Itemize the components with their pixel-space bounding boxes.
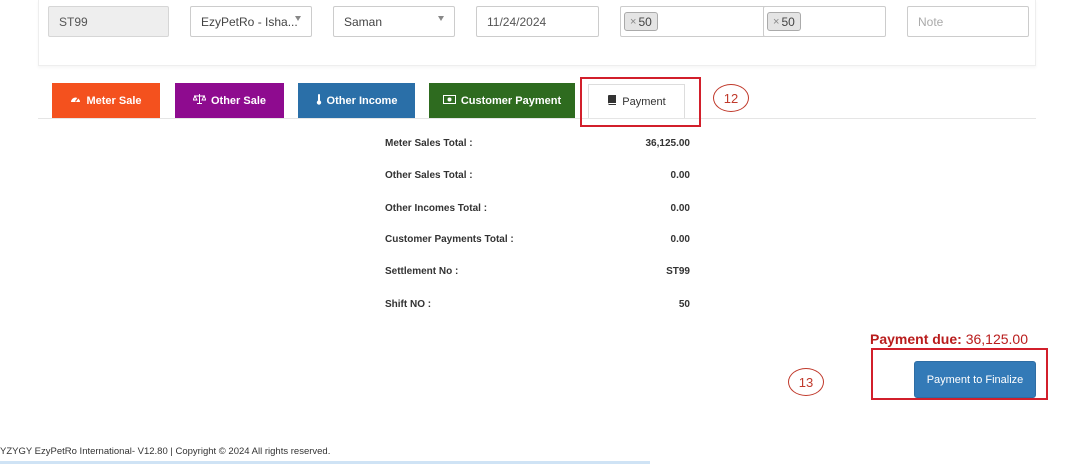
summary-row-other-incomes: Other Incomes Total : 0.00 xyxy=(385,203,690,221)
balance-scale-icon xyxy=(192,94,207,107)
summary-row-shift-no: Shift NO : 50 xyxy=(385,299,690,317)
shift-select-2[interactable]: × 50 xyxy=(763,6,886,37)
summary-value: 0.00 xyxy=(670,170,690,181)
pump-operator-select[interactable]: Saman xyxy=(333,6,455,37)
payment-due-value: 36,125.00 xyxy=(965,331,1028,347)
location-select[interactable]: EzyPetRo - Isha... xyxy=(190,6,312,37)
tab-meter-sale[interactable]: Meter Sale xyxy=(52,83,160,118)
highlight-box-payment-tab xyxy=(580,77,701,127)
pump-operator-value: Saman xyxy=(344,14,383,29)
money-icon xyxy=(442,94,456,107)
marker-13: 13 xyxy=(788,368,824,396)
thermometer-icon xyxy=(316,93,322,108)
marker-12: 12 xyxy=(713,84,749,112)
summary-row-settlement-no: Settlement No : ST99 xyxy=(385,266,690,284)
tab-other-sale[interactable]: Other Sale xyxy=(175,83,284,118)
settlement-no-field: ST99 xyxy=(48,6,169,37)
summary-label: Meter Sales Total : xyxy=(385,138,473,149)
tab-label: Other Income xyxy=(326,94,398,107)
summary-value: 50 xyxy=(678,299,690,310)
tachometer-icon xyxy=(70,94,81,107)
tab-other-income[interactable]: Other Income xyxy=(298,83,415,118)
date-field[interactable]: 11/24/2024 xyxy=(476,6,599,37)
summary-label: Other Sales Total : xyxy=(385,170,473,181)
tab-label: Other Sale xyxy=(210,94,267,107)
summary-value: 0.00 xyxy=(670,234,690,245)
summary-row-customer-payments: Customer Payments Total : 0.00 xyxy=(385,234,690,252)
note-placeholder: Note xyxy=(918,14,944,29)
settlement-no-value: ST99 xyxy=(59,14,88,29)
date-value: 11/24/2024 xyxy=(487,14,547,29)
shift-select-1[interactable]: × 50 xyxy=(620,6,772,37)
filter-panel: ST99 EzyPetRo - Isha... Saman 11/24/2024… xyxy=(38,0,1036,66)
remove-chip-icon[interactable]: × xyxy=(630,16,636,28)
summary-label: Customer Payments Total : xyxy=(385,234,514,245)
summary-value: ST99 xyxy=(666,266,690,277)
summary-row-meter-sales: Meter Sales Total : 36,125.00 xyxy=(385,138,690,156)
summary-label: Settlement No : xyxy=(385,266,459,277)
shift-chip[interactable]: × 50 xyxy=(624,12,658,31)
remove-chip-icon[interactable]: × xyxy=(773,16,779,28)
summary-label: Other Incomes Total : xyxy=(385,203,488,214)
summary-value: 36,125.00 xyxy=(645,138,691,149)
chevron-down-icon xyxy=(438,16,444,21)
payment-due: Payment due: 36,125.00 xyxy=(870,331,1028,347)
summary-label: Shift NO : xyxy=(385,299,432,310)
payment-to-finalize-button[interactable]: Payment to Finalize xyxy=(914,361,1036,398)
note-input[interactable]: Note xyxy=(907,6,1029,37)
shift-chip-value: 50 xyxy=(638,14,652,29)
tab-customer-payment[interactable]: Customer Payment xyxy=(429,83,575,118)
chevron-down-icon xyxy=(295,16,301,21)
summary-row-other-sales: Other Sales Total : 0.00 xyxy=(385,170,690,188)
payment-due-label: Payment due: xyxy=(870,331,962,347)
summary-value: 0.00 xyxy=(670,203,690,214)
tab-divider xyxy=(38,118,1036,119)
footer-copyright: YZYGY EzyPetRo International- V12.80 | C… xyxy=(0,446,331,457)
shift-chip[interactable]: × 50 xyxy=(767,12,801,31)
shift-chip-value: 50 xyxy=(781,14,795,29)
tab-label: Customer Payment xyxy=(460,94,562,107)
tab-label: Meter Sale xyxy=(86,94,142,107)
location-value: EzyPetRo - Isha... xyxy=(201,14,298,29)
